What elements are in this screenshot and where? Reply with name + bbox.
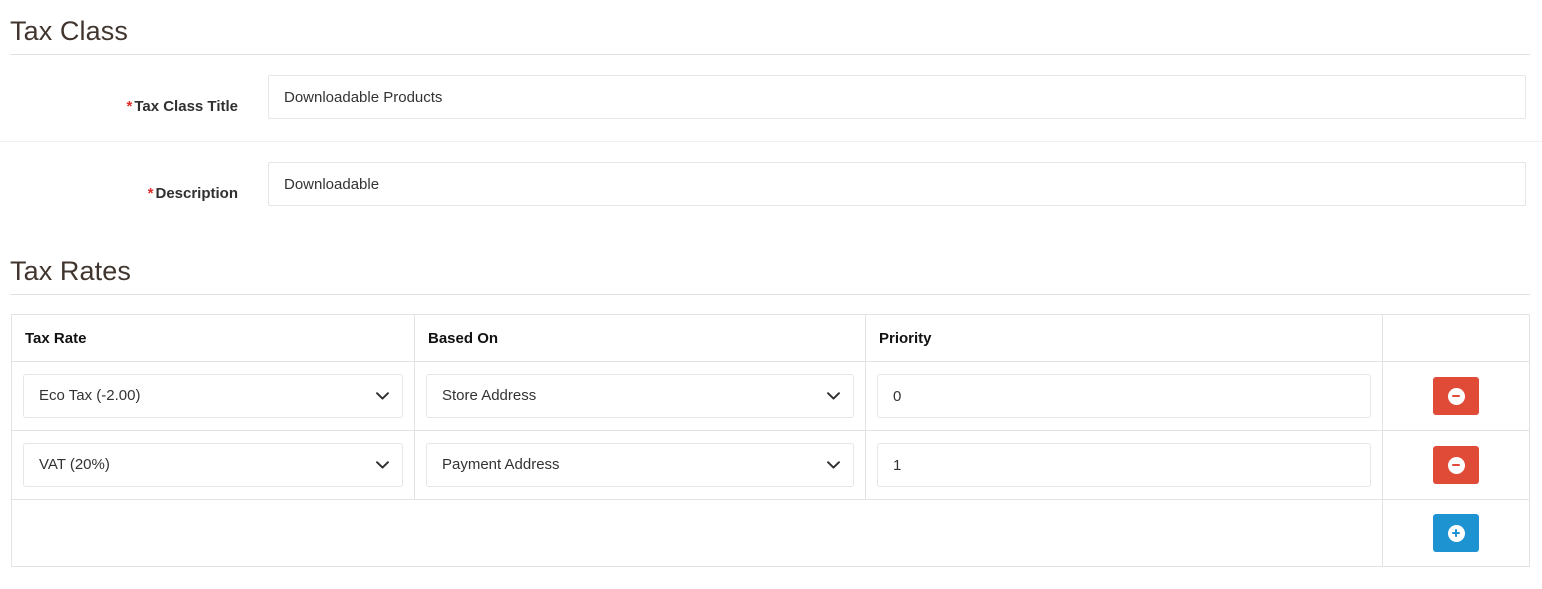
required-asterisk: * (126, 98, 133, 115)
tax-class-page: Tax Class *Tax Class Title *Description … (0, 0, 1542, 589)
tax-class-title-input[interactable] (268, 75, 1526, 119)
cell-empty-based-on (414, 499, 866, 567)
tax-class-title-field-wrap (268, 75, 1526, 119)
cell-empty-priority (865, 499, 1383, 567)
description-input[interactable] (268, 162, 1526, 206)
description-field-wrap (268, 162, 1526, 206)
cell-empty-tax-rate (11, 499, 415, 567)
priority-input-1[interactable] (877, 443, 1371, 487)
add-tax-rate-button[interactable] (1433, 514, 1479, 552)
tax-class-title-label-text: Tax Class Title (134, 98, 238, 115)
tax-rate-select-1[interactable]: VAT (20%) (23, 443, 403, 487)
plus-circle-icon (1447, 524, 1465, 542)
cell-priority (865, 430, 1383, 500)
column-header-based-on: Based On (414, 314, 866, 362)
priority-input-0[interactable] (877, 374, 1371, 418)
tax-rate-select-0[interactable]: Eco Tax (-2.00) (23, 374, 403, 418)
tax-rates-table-body: Eco Tax (-2.00) Store Address 0 VAT (20%… (11, 361, 1530, 567)
based-on-select-0[interactable]: Store Address (426, 374, 854, 418)
cell-based-on: Payment Address (414, 430, 866, 500)
tax-rate-select-value-0[interactable]: Eco Tax (-2.00) (23, 374, 403, 418)
delete-tax-rate-button-0[interactable] (1433, 377, 1479, 415)
based-on-select-1[interactable]: Payment Address (426, 443, 854, 487)
cell-add-action (1382, 499, 1530, 567)
table-header-row: Tax Rate Based On Priority (11, 314, 1530, 362)
tax-class-title-label: * Tax Class Title (0, 97, 238, 117)
section-rule-tax-rates (10, 294, 1530, 295)
tax-class-section-header: Tax Class (10, 16, 1530, 55)
column-header-actions (1382, 314, 1530, 362)
tax-rates-table: Tax Rate Based On Priority Eco Tax (-2.0… (11, 314, 1530, 567)
cell-based-on: Store Address (414, 361, 866, 431)
form-row-divider-1 (0, 141, 1542, 142)
tax-rates-section-header: Tax Rates (10, 256, 1530, 295)
section-rule-tax-class (10, 54, 1530, 55)
based-on-select-value-0[interactable]: Store Address (426, 374, 854, 418)
description-label: * Description (0, 184, 238, 204)
cell-actions (1382, 361, 1530, 431)
tax-rate-select-value-1[interactable]: VAT (20%) (23, 443, 403, 487)
page-title: Tax Class (10, 16, 128, 46)
cell-priority (865, 361, 1383, 431)
based-on-select-value-1[interactable]: Payment Address (426, 443, 854, 487)
delete-tax-rate-button-1[interactable] (1433, 446, 1479, 484)
table-row: Eco Tax (-2.00) Store Address (11, 361, 1530, 431)
tax-rates-title: Tax Rates (10, 256, 131, 286)
cell-tax-rate: VAT (20%) (11, 430, 415, 500)
form-row-tax-class-title: * Tax Class Title (0, 75, 1542, 163)
column-header-tax-rate: Tax Rate (11, 314, 415, 362)
table-row: VAT (20%) Payment Address (11, 430, 1530, 500)
description-label-text: Description (155, 185, 238, 202)
table-add-row (11, 499, 1530, 567)
form-row-description: * Description (0, 162, 1542, 250)
minus-circle-icon (1447, 456, 1465, 474)
cell-actions (1382, 430, 1530, 500)
tax-rates-table-head: Tax Rate Based On Priority (11, 314, 1530, 362)
cell-tax-rate: Eco Tax (-2.00) (11, 361, 415, 431)
minus-circle-icon (1447, 387, 1465, 405)
required-asterisk: * (147, 185, 154, 202)
column-header-priority: Priority (865, 314, 1383, 362)
